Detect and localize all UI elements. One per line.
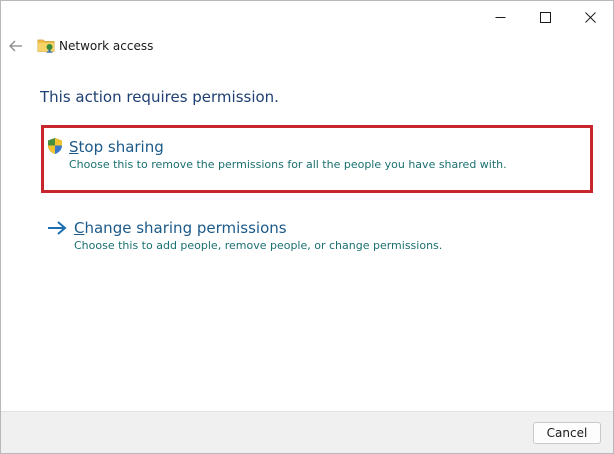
uac-shield-icon (48, 138, 62, 154)
close-icon (584, 11, 596, 23)
arrow-right-icon (48, 221, 67, 235)
stop-sharing-link[interactable]: Stop sharing (69, 137, 164, 157)
maximize-button[interactable] (522, 1, 568, 33)
change-sharing-accelerator: C (74, 219, 85, 237)
dialog-footer (1, 411, 613, 453)
stop-sharing-label: top sharing (78, 138, 164, 156)
cancel-button[interactable]: Cancel (533, 422, 601, 444)
close-button[interactable] (567, 1, 613, 33)
change-sharing-description: Choose this to add people, remove people… (74, 239, 443, 252)
network-folder-icon (37, 39, 55, 53)
stop-sharing-accelerator: S (69, 138, 79, 156)
window-title: Network access (59, 39, 154, 53)
stop-sharing-description: Choose this to remove the permissions fo… (69, 158, 507, 171)
minimize-button[interactable] (477, 1, 523, 33)
page-heading: This action requires permission. (40, 88, 279, 106)
network-access-window: Network access This action requires perm… (0, 0, 614, 454)
minimize-icon (495, 16, 505, 18)
back-arrow-icon (9, 40, 22, 52)
change-sharing-label: hange sharing permissions (84, 219, 287, 237)
change-sharing-permissions-link[interactable]: Change sharing permissions (74, 218, 287, 238)
maximize-icon (539, 11, 551, 23)
back-button[interactable] (4, 33, 28, 59)
